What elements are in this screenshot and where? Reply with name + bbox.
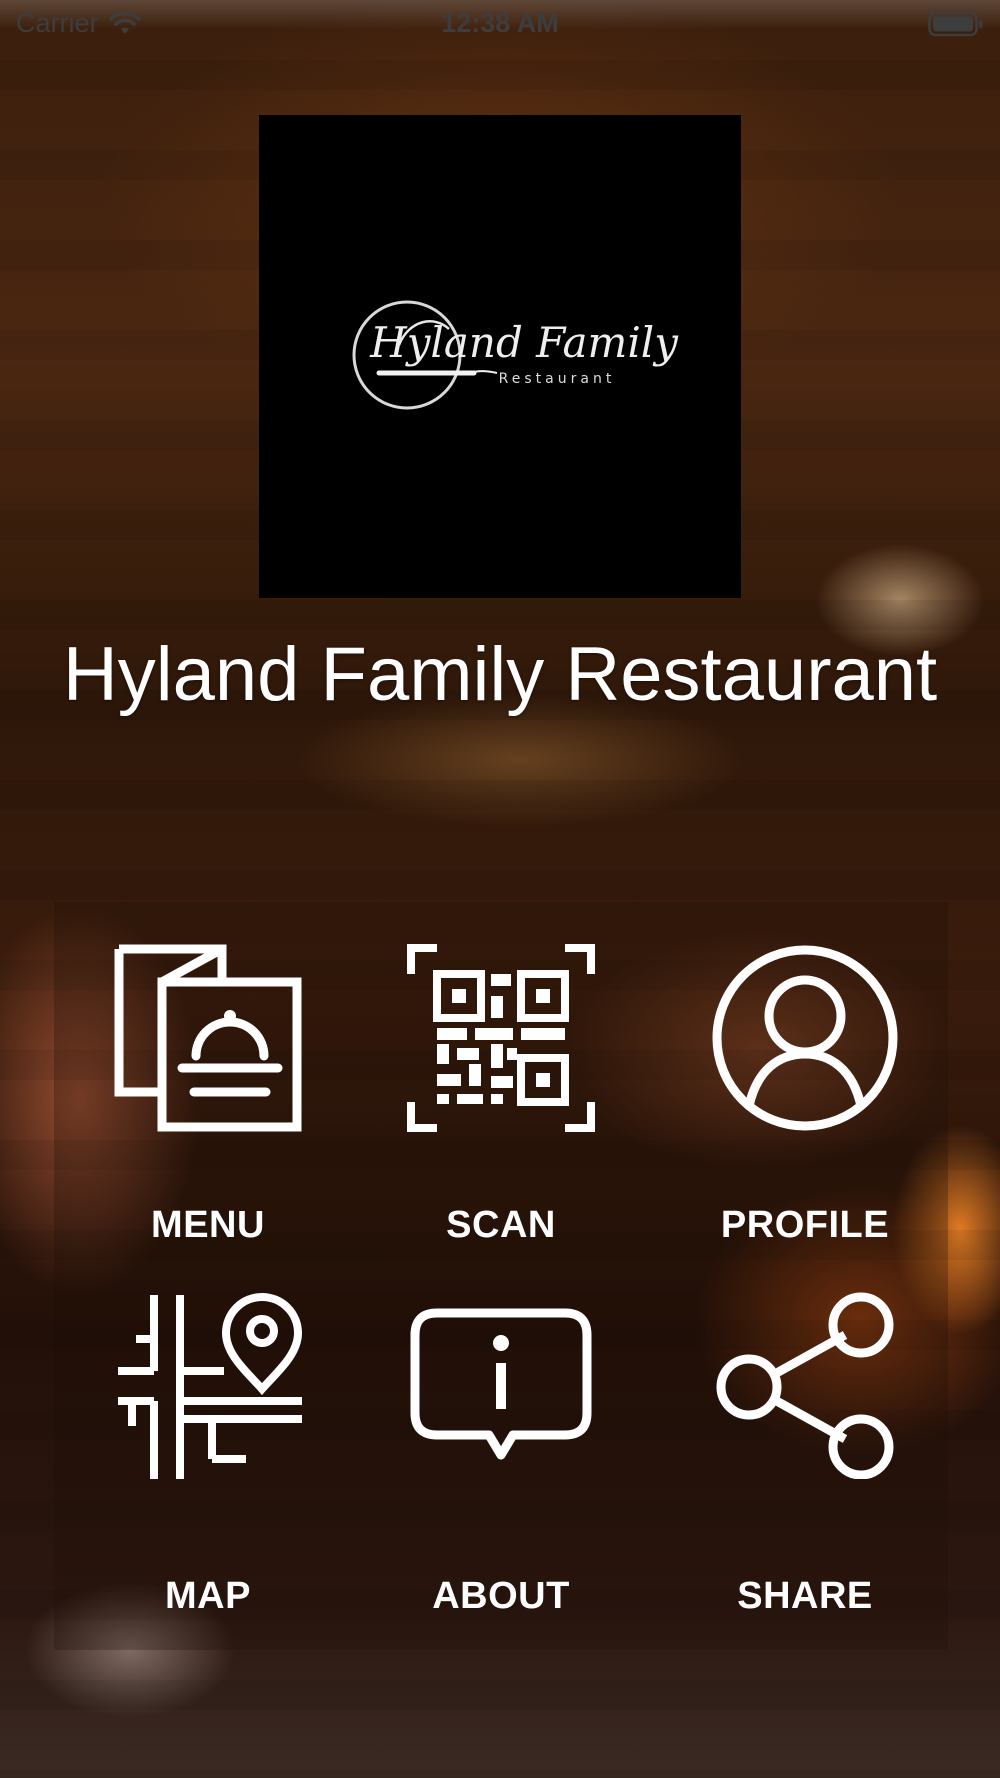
about-label: ABOUT xyxy=(432,1575,570,1617)
about-tile-button[interactable]: ABOUT xyxy=(351,1275,651,1645)
logo-sub-text: Restaurant xyxy=(499,371,616,387)
restaurant-name: Hyland Family Restaurant xyxy=(62,632,938,717)
menu-book-cloche-icon xyxy=(114,944,302,1132)
info-bubble-icon xyxy=(407,1291,595,1479)
menu-tile-button[interactable]: MENU xyxy=(58,902,358,1272)
battery-icon xyxy=(928,11,984,37)
scan-tile-button[interactable]: SCAN xyxy=(351,902,651,1272)
share-icon xyxy=(711,1291,899,1479)
menu-label: MENU xyxy=(151,1204,265,1246)
restaurant-logo: Hyland Family Restaurant xyxy=(259,115,741,598)
navigation-grid: MENU SCAN PROFILE MAP ABOUT SHARE xyxy=(54,902,948,1650)
scan-label: SCAN xyxy=(446,1204,556,1246)
profile-tile-button[interactable]: PROFILE xyxy=(655,902,955,1272)
share-tile-button[interactable]: SHARE xyxy=(655,1275,955,1645)
qr-code-icon xyxy=(407,944,595,1132)
user-profile-icon xyxy=(711,944,899,1132)
profile-label: PROFILE xyxy=(720,1204,890,1246)
map-pin-icon xyxy=(114,1291,302,1479)
status-bar: Carrier 12:38 AM xyxy=(0,0,1000,50)
status-time: 12:38 AM xyxy=(441,8,559,38)
share-label: SHARE xyxy=(737,1575,873,1617)
map-tile-button[interactable]: MAP xyxy=(58,1275,358,1645)
logo-script-text: Hyland Family xyxy=(369,318,679,367)
map-label: MAP xyxy=(165,1575,251,1617)
